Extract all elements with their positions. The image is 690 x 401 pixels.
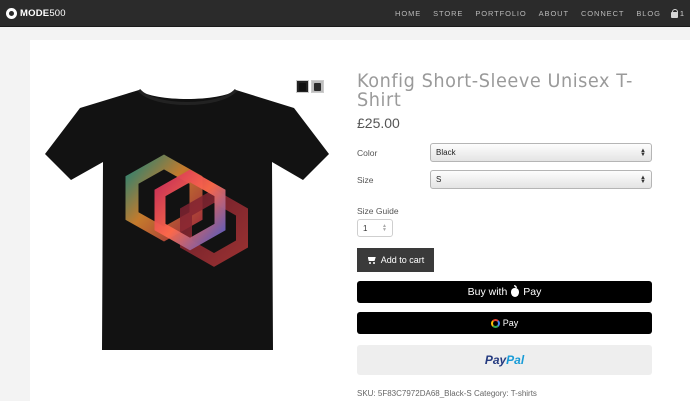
quantity-input[interactable]: 1 ▲ ▼ (357, 219, 393, 237)
top-navbar: MODE500 HOME STORE PORTFOLIO ABOUT CONNE… (0, 0, 690, 27)
add-to-cart-button[interactable]: Add to cart (357, 248, 434, 272)
nav-home[interactable]: HOME (389, 9, 427, 18)
main-nav: HOME STORE PORTFOLIO ABOUT CONNECT BLOG … (389, 0, 690, 27)
apple-icon (511, 284, 520, 297)
nav-about[interactable]: ABOUT (533, 9, 575, 18)
size-select-value: S (436, 175, 442, 184)
color-label: Color (357, 148, 378, 158)
apple-pay-suffix: Pay (523, 286, 542, 298)
nav-connect[interactable]: CONNECT (575, 9, 630, 18)
cart-count: 1 (679, 9, 684, 18)
nav-store[interactable]: STORE (427, 9, 469, 18)
product-price: £25.00 (357, 115, 400, 131)
color-select[interactable]: Black ▲ ▼ (430, 143, 652, 162)
nav-portfolio[interactable]: PORTFOLIO (469, 9, 532, 18)
size-select[interactable]: S ▲ ▼ (430, 170, 652, 189)
color-select-value: Black (436, 148, 456, 157)
cart-link[interactable]: 1 (667, 8, 690, 18)
product-image[interactable] (44, 84, 330, 356)
add-to-cart-label: Add to cart (380, 255, 425, 265)
nav-blog[interactable]: BLOG (630, 9, 666, 18)
paypal-button[interactable]: Pay Pal (357, 345, 652, 375)
google-pay-label: Pay (502, 318, 519, 328)
size-label: Size (357, 175, 374, 185)
quantity-spinner-icon[interactable]: ▲ ▼ (382, 224, 387, 233)
product-title: Konfig Short-Sleeve Unisex T-Shirt (357, 70, 633, 111)
paypal-logo-part2: Pal (506, 353, 525, 367)
shopping-cart-icon (367, 256, 377, 264)
product-meta: SKU: 5F83C7972DA68_Black-S Category: T-s… (357, 389, 537, 398)
select-arrows-icon: ▲ ▼ (640, 174, 646, 185)
logo-icon (6, 7, 17, 19)
apple-pay-prefix: Buy with (467, 286, 508, 298)
quantity-value: 1 (363, 223, 368, 233)
logo[interactable]: MODE500 (6, 6, 66, 20)
select-arrows-icon: ▲ ▼ (640, 147, 646, 158)
logo-text-bold: MODE (20, 7, 50, 19)
cart-icon (670, 8, 679, 18)
google-pay-button[interactable]: Pay (357, 312, 652, 334)
apple-pay-button[interactable]: Buy with Pay (357, 281, 652, 303)
paypal-logo-part1: Pay (484, 353, 507, 367)
logo-text-light: 500 (49, 7, 66, 19)
google-g-icon (490, 318, 500, 328)
size-guide-link[interactable]: Size Guide (357, 206, 399, 216)
